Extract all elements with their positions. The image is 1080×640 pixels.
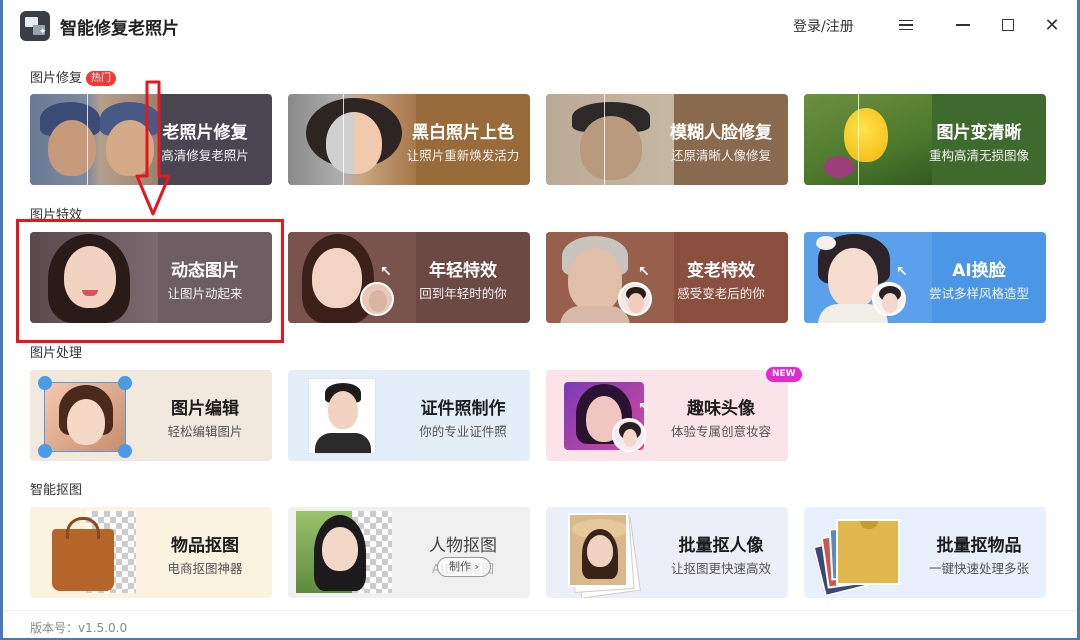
card-colorize[interactable]: 黑白照片上色 让照片重新焕发活力 <box>288 94 530 185</box>
app-logo-icon: ✦ <box>20 11 50 41</box>
section-label-repair: 图片修复 热门 <box>30 67 117 86</box>
card-subtitle: 重构高清无损图像 <box>928 148 1029 163</box>
card-title: 趣味头像 <box>687 399 755 419</box>
maximize-icon[interactable] <box>995 12 1021 38</box>
card-image-edit[interactable]: 图片编辑 轻松编辑图片 <box>30 370 272 461</box>
card-face-swap[interactable]: ↖ AI换脸 尝试多样风格造型 <box>804 232 1046 323</box>
card-subtitle: 还原清晰人像修复 <box>670 148 771 163</box>
login-register-link[interactable]: 登录/注册 <box>793 16 854 36</box>
card-subtitle: 感受变老后的你 <box>677 286 765 301</box>
card-title: 年轻特效 <box>429 261 497 281</box>
card-title: 证件照制作 <box>420 399 506 419</box>
card-title: 模糊人脸修复 <box>670 123 772 143</box>
menu-icon[interactable] <box>893 12 919 38</box>
version-label: 版本号：v1.5.0.0 <box>30 621 128 635</box>
title-bar: ✦ 智能修复老照片 登录/注册 ✕ <box>3 0 1077 50</box>
card-batch-person-cutout[interactable]: 批量抠人像 让抠图更快速高效 <box>546 507 788 598</box>
card-title: 黑白照片上色 <box>412 123 514 143</box>
minimize-icon[interactable] <box>950 12 976 38</box>
highlight-box <box>16 219 284 343</box>
card-title: AI换脸 <box>952 261 1006 281</box>
card-title: 批量抠人像 <box>678 536 764 556</box>
close-icon[interactable]: ✕ <box>1039 12 1065 38</box>
down-arrow-icon <box>135 80 171 216</box>
card-title: 物品抠图 <box>171 536 239 556</box>
card-subtitle: 让抠图更快速高效 <box>670 561 771 576</box>
new-badge: NEW <box>766 367 802 382</box>
section-title: 图片修复 <box>30 71 83 86</box>
app-title: 智能修复老照片 <box>60 19 179 39</box>
card-subtitle: 让照片重新焕发活力 <box>406 148 520 163</box>
card-subtitle: 体验专属创意妆容 <box>670 424 771 439</box>
section-label-process: 图片处理 <box>30 346 83 361</box>
card-younger[interactable]: ↖ 年轻特效 回到年轻时的你 <box>288 232 530 323</box>
card-fun-avatar[interactable]: ↖ 趣味头像 体验专属创意妆容 <box>546 370 788 461</box>
card-title: 图片编辑 <box>171 399 239 419</box>
card-face-repair[interactable]: 模糊人脸修复 还原清晰人像修复 <box>546 94 788 185</box>
card-subtitle: 一键快速处理多张 <box>928 561 1029 576</box>
card-older[interactable]: ↖ 变老特效 感受变老后的你 <box>546 232 788 323</box>
card-object-cutout[interactable]: 物品抠图 电商抠图神器 <box>30 507 272 598</box>
card-subtitle: 轻松编辑图片 <box>167 424 243 439</box>
card-id-photo[interactable]: 证件照制作 你的专业证件照 <box>288 370 530 461</box>
card-subtitle: 电商抠图神器 <box>167 561 243 576</box>
card-person-cutout[interactable]: 人物抠图 AI自动抠图 <box>288 507 530 598</box>
swap-face-inset <box>872 282 906 316</box>
card-sharpen[interactable]: 图片变清晰 重构高清无损图像 <box>804 94 1046 185</box>
footer-divider <box>3 610 1077 611</box>
card-subtitle: 你的专业证件照 <box>419 424 507 439</box>
card-title: 变老特效 <box>687 261 755 281</box>
card-title: 批量抠物品 <box>936 536 1022 556</box>
card-subtitle: 尝试多样风格造型 <box>928 286 1029 301</box>
section-label-cutout: 智能抠图 <box>30 483 83 498</box>
card-title: 图片变清晰 <box>936 123 1022 143</box>
card-subtitle: 回到年轻时的你 <box>419 286 507 301</box>
older-face-inset <box>360 282 394 316</box>
card-title: 人物抠图 <box>429 536 497 556</box>
app-window: ✦ 智能修复老照片 登录/注册 ✕ 图片修复 热门 老照片修复 高清修复老照片 黑… <box>3 0 1077 638</box>
younger-face-inset <box>618 282 652 316</box>
avatar-face-inset <box>612 418 646 452</box>
card-batch-object-cutout[interactable]: 批量抠物品 一键快速处理多张 <box>804 507 1046 598</box>
make-button[interactable]: 制作 › <box>437 557 491 577</box>
hot-badge: 热门 <box>86 71 117 86</box>
